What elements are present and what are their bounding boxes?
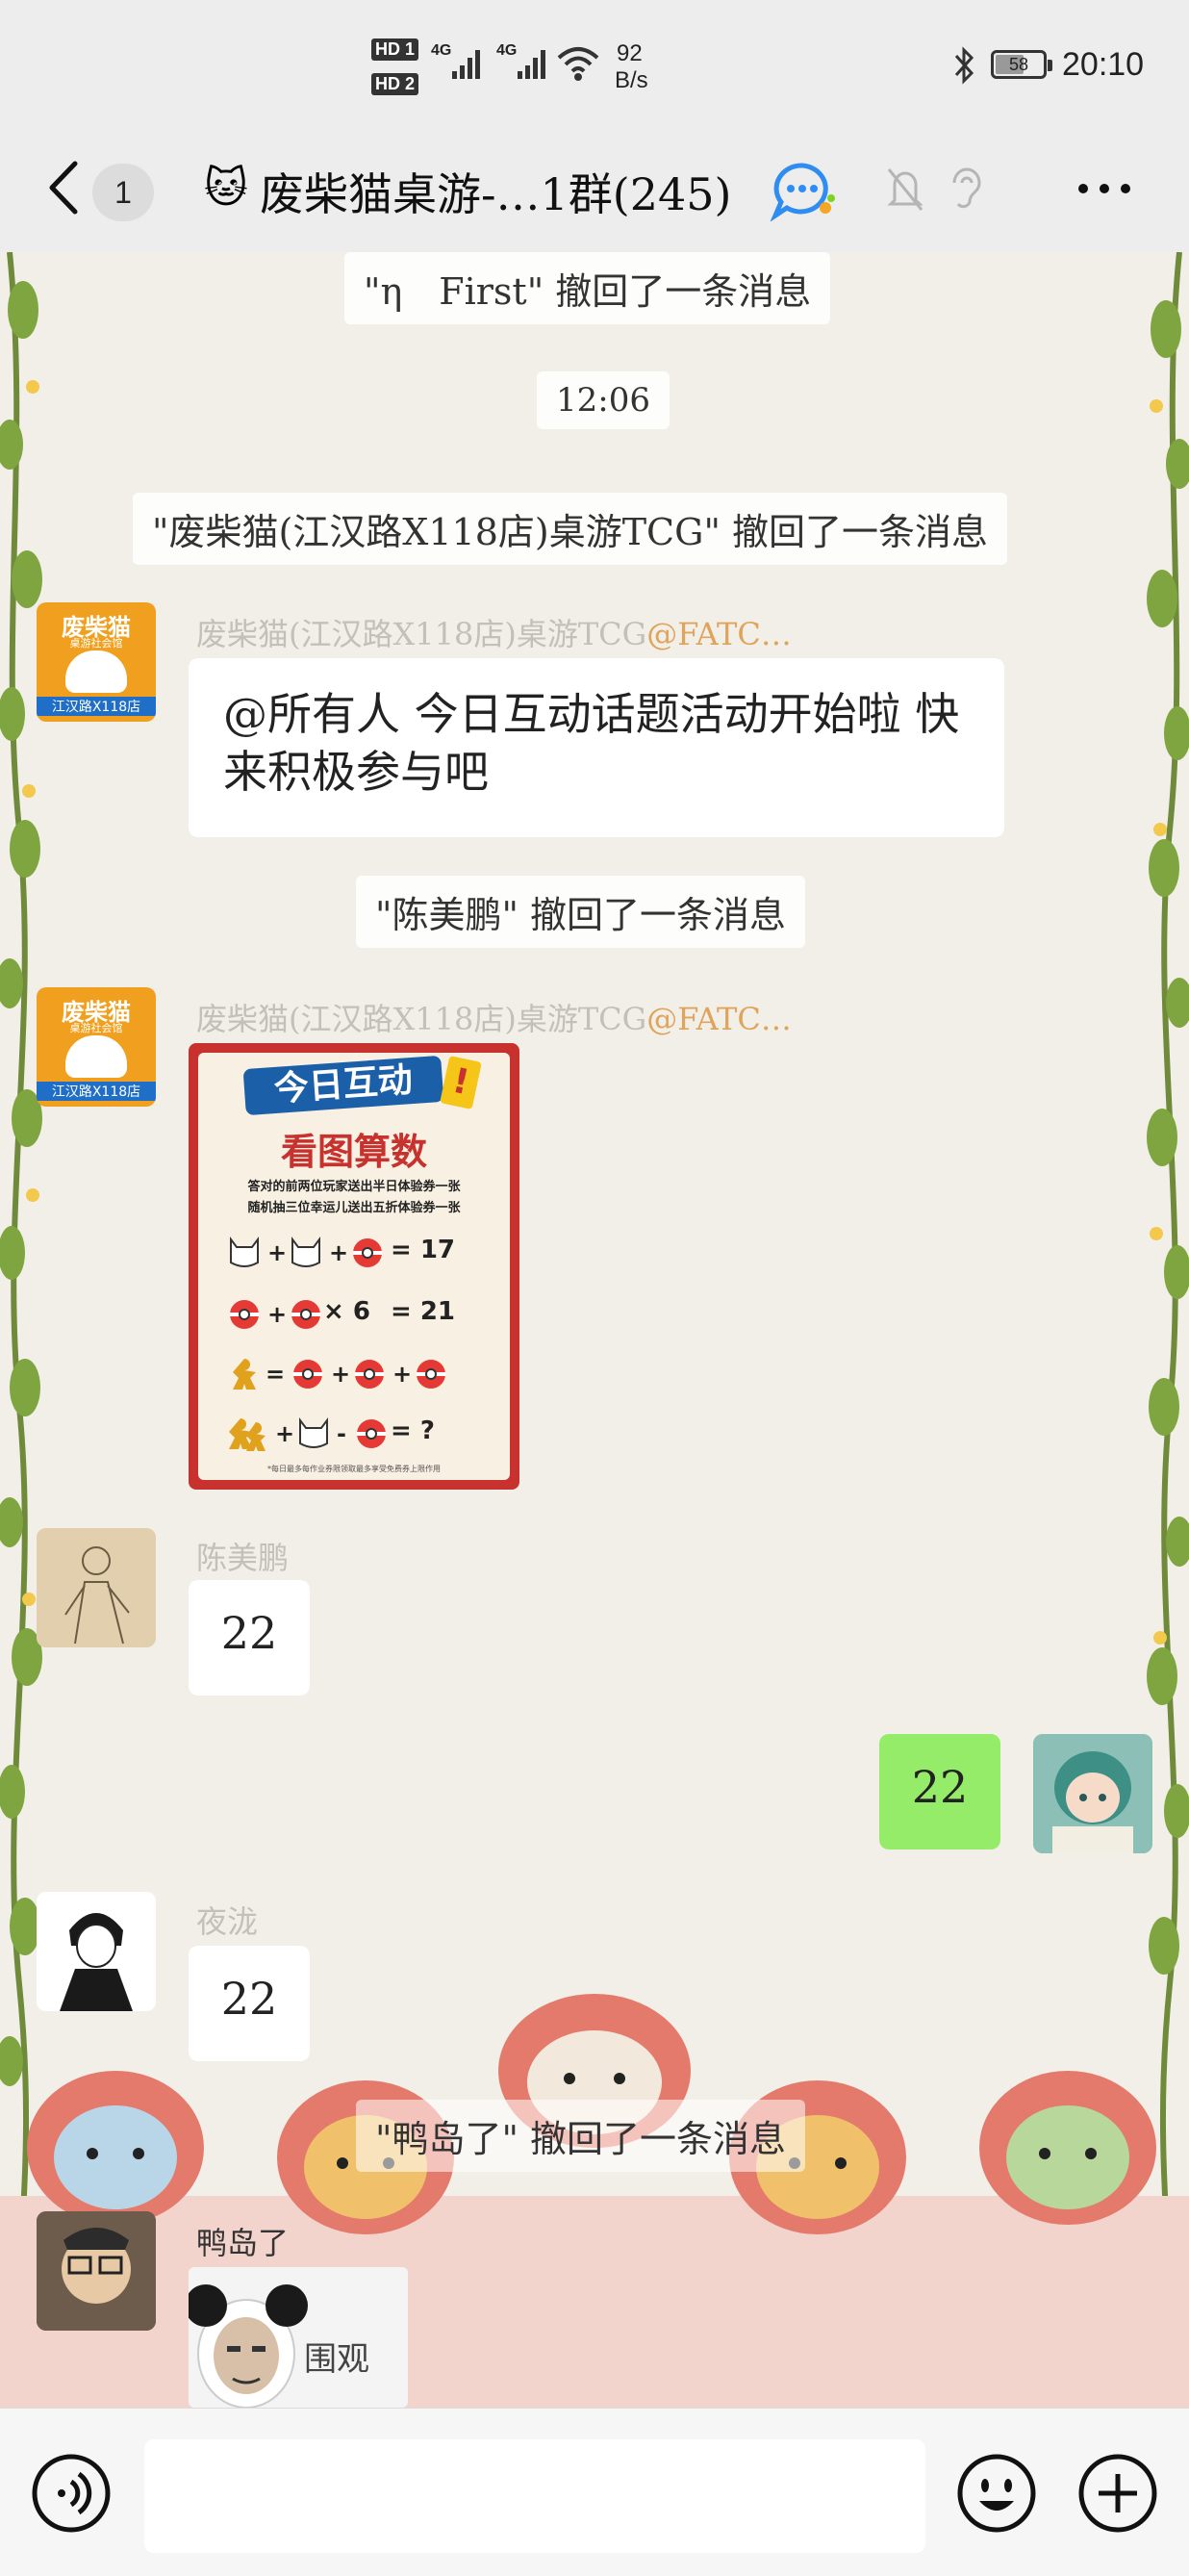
recall-notice: "陈美鹏" 撤回了一条消息 <box>356 876 806 948</box>
message-bubble[interactable]: @所有人 今日互动话题活动开始啦 快来积极参与吧 <box>189 658 1004 837</box>
title-emoji: 🐱 <box>204 164 248 213</box>
avatar[interactable]: 废柴猫 桌游社会馆 江汉路X118店 <box>37 602 156 722</box>
sender-name: 夜泷 <box>196 1903 259 1940</box>
message-text: 22 <box>220 1607 278 1659</box>
sketch-figure-icon <box>37 1528 156 1647</box>
voice-icon[interactable] <box>31 2453 112 2534</box>
input-bar <box>0 2408 1189 2576</box>
svg-text:+: + <box>392 1361 412 1388</box>
clock: 20:10 <box>1062 46 1145 83</box>
bluetooth-icon <box>954 46 974 85</box>
recall-notice: "η First" 撤回了一条消息 <box>344 252 831 324</box>
message-bubble[interactable]: 22 <box>879 1734 1000 1849</box>
dragon-decoration <box>0 1994 1189 2408</box>
recall-notice: "废柴猫(江汉路X118店)桌游TCG" 撤回了一条消息 <box>133 493 1008 565</box>
message-bubble[interactable]: 22 <box>189 1580 310 1696</box>
character-sketch-icon <box>37 1892 156 2011</box>
svg-text:+: + <box>275 1420 294 1447</box>
svg-text:+: + <box>267 1301 287 1328</box>
hd1-label: HD 1 <box>371 38 419 61</box>
battery-level: 58 <box>1008 55 1029 74</box>
signal1-icon <box>452 50 480 79</box>
avatar[interactable] <box>37 1892 156 2011</box>
self-avatar[interactable] <box>1033 1734 1152 1853</box>
equation-row: = + + <box>233 1359 445 1390</box>
avatar[interactable] <box>37 1528 156 1647</box>
chat-header: 1 🐱 废柴猫桌游-…1群(245) <box>0 135 1189 252</box>
sender-name: 鸭岛了 <box>196 2225 290 2261</box>
svg-text:-: - <box>337 1420 346 1447</box>
avatar[interactable]: 废柴猫 桌游社会馆 江汉路X118店 <box>37 987 156 1107</box>
message-text: 22 <box>911 1761 969 1813</box>
chat-area[interactable]: "η First" 撤回了一条消息 12:06 "废柴猫(江汉路X118店)桌游… <box>0 252 1189 2408</box>
avatar[interactable] <box>37 2211 156 2331</box>
chat-bubble-icon[interactable] <box>770 160 837 221</box>
net2-label: 4G <box>496 42 518 59</box>
timestamp: 12:06 <box>537 371 670 429</box>
network-speed-value: 92 <box>617 40 643 66</box>
photo-icon <box>37 2211 156 2331</box>
net1-label: 4G <box>431 42 452 59</box>
ear-icon[interactable] <box>947 164 985 214</box>
network-speed-unit: B/s <box>615 67 648 93</box>
sender-name: 废柴猫(江汉路X118店)桌游TCG@FATC… <box>196 616 792 652</box>
chevron-left-icon[interactable] <box>44 158 83 217</box>
wifi-icon <box>557 47 599 81</box>
unread-badge[interactable]: 1 <box>92 164 154 221</box>
battery-icon: 58 <box>991 50 1052 79</box>
poster-title: 看图算数 <box>280 1131 427 1173</box>
message-text: @所有人 今日互动话题活动开始啦 快来积极参与吧 <box>223 688 960 798</box>
status-bar: HD 1 HD 2 4G 4G 92 B/s 58 20:10 <box>0 0 1189 135</box>
svg-text:=: = <box>266 1361 285 1388</box>
emoji-icon[interactable] <box>956 2453 1037 2534</box>
svg-text:+: + <box>331 1361 350 1388</box>
anime-girl-icon <box>1033 1734 1152 1853</box>
sender-name: 废柴猫(江汉路X118店)桌游TCG@FATC… <box>196 1001 792 1037</box>
more-icon[interactable] <box>1075 181 1133 196</box>
panda-meme-icon <box>189 2284 308 2408</box>
bell-off-icon[interactable] <box>885 164 925 214</box>
signal2-icon <box>518 50 545 79</box>
message-text: 22 <box>220 1973 278 2025</box>
sender-name: 陈美鹏 <box>196 1540 290 1576</box>
equation-row: + - <box>229 1417 386 1451</box>
svg-text:+: + <box>267 1239 287 1266</box>
poster-image[interactable]: 今日互动 ! 看图算数 答对的前两位玩家送出半日体验券一张 随机抽三位幸运儿送出… <box>189 1043 519 1490</box>
page-title[interactable]: 废柴猫桌游-…1群(245) <box>260 160 732 223</box>
hd2-label: HD 2 <box>371 73 419 95</box>
sticker-caption: 围观 <box>304 2340 369 2379</box>
message-bubble[interactable]: 22 <box>189 1946 310 2061</box>
sticker-image[interactable]: 围观 <box>189 2267 408 2408</box>
recall-notice: "鸭岛了" 撤回了一条消息 <box>356 2100 806 2172</box>
plus-icon[interactable] <box>1077 2453 1158 2534</box>
message-input[interactable] <box>144 2439 925 2553</box>
svg-text:+: + <box>329 1239 348 1266</box>
